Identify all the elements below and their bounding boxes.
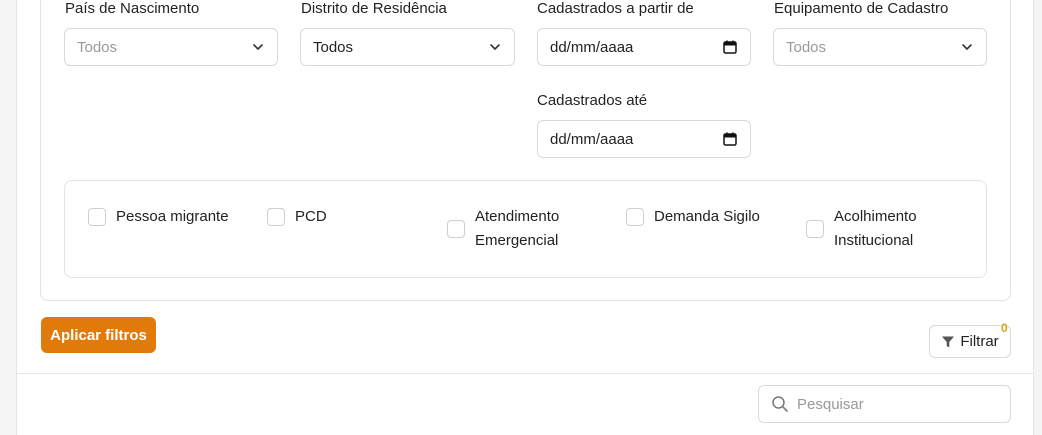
registered-from-date-input[interactable]: dd/mm/aaaa [537, 28, 751, 66]
checkbox-label: Acolhimento Institucional [834, 205, 917, 253]
checkbox-emergency[interactable]: Atendimento Emergencial [447, 205, 559, 253]
district-of-residence-value: Todos [313, 38, 354, 56]
chevron-down-icon [490, 44, 500, 50]
calendar-icon[interactable] [722, 39, 738, 55]
apply-filters-button[interactable]: Aplicar filtros [41, 317, 156, 353]
checkbox-box[interactable] [626, 208, 644, 226]
checkbox-box[interactable] [88, 208, 106, 226]
district-of-residence-label: Distrito de Residência [301, 0, 447, 17]
country-of-birth-value: Todos [77, 38, 118, 56]
district-of-residence-select[interactable]: Todos [300, 28, 515, 66]
checkbox-label-line: Atendimento [475, 208, 560, 225]
registered-until-label: Cadastrados até [537, 92, 648, 109]
filter-count-badge: 0 [1001, 321, 1008, 335]
filter-button[interactable]: Filtrar [929, 325, 1011, 358]
registration-equipment-select[interactable]: Todos [773, 28, 987, 66]
registered-until-value: dd/mm/aaaa [550, 130, 634, 148]
chevron-down-icon [253, 44, 263, 50]
chevron-down-icon [962, 44, 972, 50]
registered-from-label: Cadastrados a partir de [537, 0, 694, 17]
search-input[interactable]: Pesquisar [758, 385, 1011, 423]
funnel-icon [942, 336, 955, 347]
calendar-icon[interactable] [722, 131, 738, 147]
checkbox-label-line: Institucional [834, 232, 914, 249]
divider [17, 373, 1033, 374]
checkbox-label-line: Acolhimento [834, 208, 917, 225]
checkbox-label: Pessoa migrante [116, 208, 229, 225]
checkbox-label: Atendimento Emergencial [475, 205, 559, 253]
checkbox-secret[interactable]: Demanda Sigilo [626, 205, 760, 229]
checkbox-migrant[interactable]: Pessoa migrante [88, 205, 229, 229]
checkbox-box[interactable] [447, 220, 465, 238]
registered-until-date-input[interactable]: dd/mm/aaaa [537, 120, 751, 158]
country-of-birth-select[interactable]: Todos [64, 28, 278, 66]
checkbox-pcd[interactable]: PCD [267, 205, 327, 229]
registered-from-value: dd/mm/aaaa [550, 38, 634, 56]
country-of-birth-label: País de Nascimento [65, 0, 200, 17]
checkbox-label-line: Emergencial [475, 232, 559, 249]
filter-button-label: Filtrar [960, 333, 999, 350]
checkbox-shelter[interactable]: Acolhimento Institucional [806, 205, 917, 253]
checkbox-label: Demanda Sigilo [654, 208, 760, 225]
registration-equipment-label: Equipamento de Cadastro [774, 0, 949, 17]
checkbox-box[interactable] [806, 220, 824, 238]
registration-equipment-value: Todos [786, 38, 827, 56]
checkbox-label: PCD [295, 208, 327, 225]
search-placeholder: Pesquisar [797, 395, 864, 413]
search-icon [772, 396, 788, 412]
checkbox-box[interactable] [267, 208, 285, 226]
